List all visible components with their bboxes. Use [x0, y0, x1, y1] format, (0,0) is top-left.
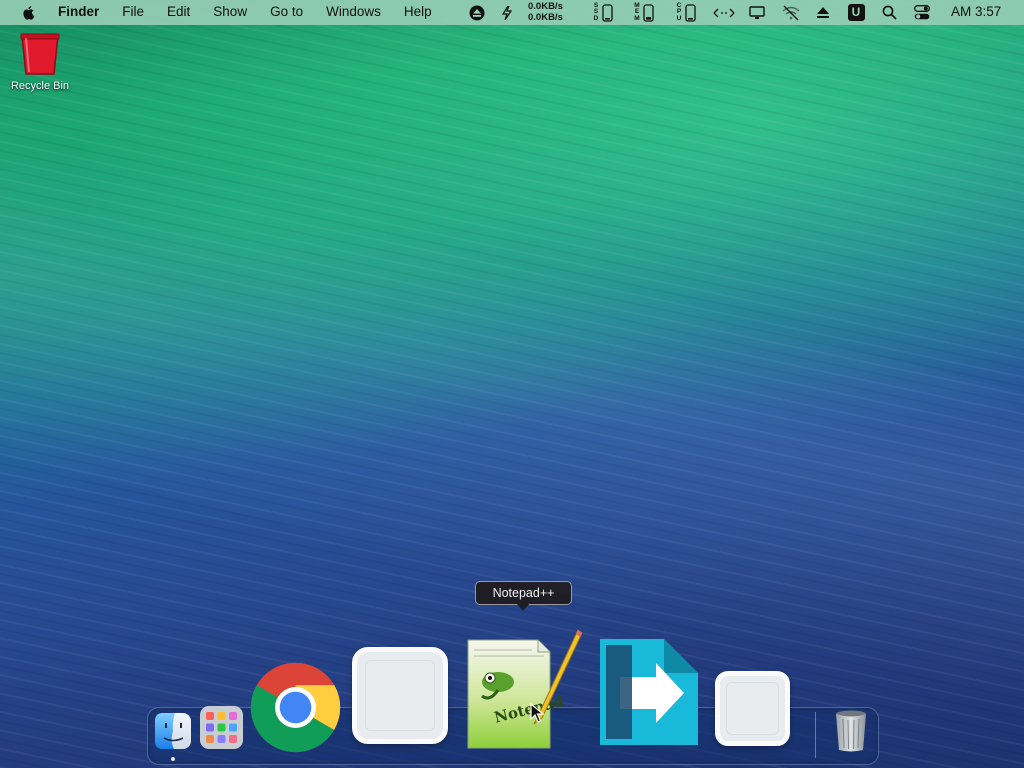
notepad-plus-plus-icon: Notepad — [467, 629, 583, 749]
menu-file[interactable]: File — [122, 4, 144, 19]
network-speed-readout[interactable]: 0.0KB/s 0.0KB/s — [528, 1, 563, 23]
recycle-bin-icon — [20, 33, 60, 75]
dock-separator — [815, 712, 816, 758]
ssd-label: SSD — [593, 1, 599, 22]
control-center-icon[interactable] — [912, 0, 932, 25]
cpu-label: CPU — [676, 1, 682, 22]
mouse-cursor-icon — [530, 703, 544, 723]
wifi-off-icon[interactable] — [780, 0, 802, 25]
cpu-gauge-icon — [685, 3, 696, 22]
dock-item-chrome[interactable] — [249, 661, 342, 754]
migration-arrow-icon — [600, 639, 698, 745]
menu-finder[interactable]: Finder — [58, 4, 99, 19]
menu-bar-clock[interactable]: AM 3:57 — [951, 4, 1001, 19]
memory-gauge-icon — [643, 3, 654, 22]
cpu-monitor[interactable]: CPU — [673, 0, 699, 25]
account-badge-icon[interactable]: U — [846, 0, 866, 25]
blank-app-icon — [365, 660, 435, 731]
spotlight-search-icon[interactable] — [879, 0, 899, 25]
menu-bar: Finder File Edit Show Go to Windows Help… — [0, 0, 1024, 25]
desktop-screen: Finder File Edit Show Go to Windows Help… — [0, 0, 1024, 768]
app-menus: Finder File Edit Show Go to Windows Help — [58, 4, 455, 19]
display-icon[interactable] — [747, 0, 767, 25]
menu-go-to[interactable]: Go to — [270, 4, 303, 19]
launchpad-icon — [200, 706, 243, 749]
apple-menu-icon[interactable] — [20, 4, 38, 21]
mem-label: MEM — [634, 1, 640, 22]
bolt-icon[interactable] — [500, 0, 514, 25]
dock-item-migration-app[interactable] — [592, 635, 702, 749]
trash-icon — [836, 710, 866, 752]
blank-app-icon — [726, 682, 779, 735]
menu-help[interactable]: Help — [404, 4, 432, 19]
finder-icon — [155, 713, 191, 749]
memory-monitor[interactable]: MEM — [631, 0, 657, 25]
menu-windows[interactable]: Windows — [326, 4, 381, 19]
network-arrows-icon[interactable] — [712, 0, 736, 25]
ssd-gauge-icon — [602, 3, 613, 22]
recycle-bin-label: Recycle Bin — [10, 80, 70, 92]
dock-tooltip: Notepad++ — [475, 581, 572, 611]
chrome-icon — [250, 662, 341, 753]
menu-edit[interactable]: Edit — [167, 4, 190, 19]
upload-speed: 0.0KB/s — [528, 1, 563, 12]
dock-item-launchpad[interactable] — [199, 705, 244, 750]
dock-item-notepad-plus-plus[interactable]: Notepad — [464, 628, 583, 750]
recycle-bin-shortcut[interactable]: Recycle Bin — [4, 30, 76, 92]
eject-circle-icon[interactable] — [468, 0, 486, 25]
dock-item-blank-app-1[interactable] — [352, 647, 448, 744]
dock-item-blank-app-2[interactable] — [715, 671, 790, 746]
menu-show[interactable]: Show — [213, 4, 247, 19]
eject-icon[interactable] — [814, 0, 832, 25]
download-speed: 0.0KB/s — [528, 11, 563, 23]
dock-item-finder[interactable] — [154, 711, 192, 751]
dock-item-trash[interactable] — [834, 709, 868, 753]
finder-running-indicator — [171, 757, 175, 761]
ssd-monitor[interactable]: SSD — [590, 0, 616, 25]
